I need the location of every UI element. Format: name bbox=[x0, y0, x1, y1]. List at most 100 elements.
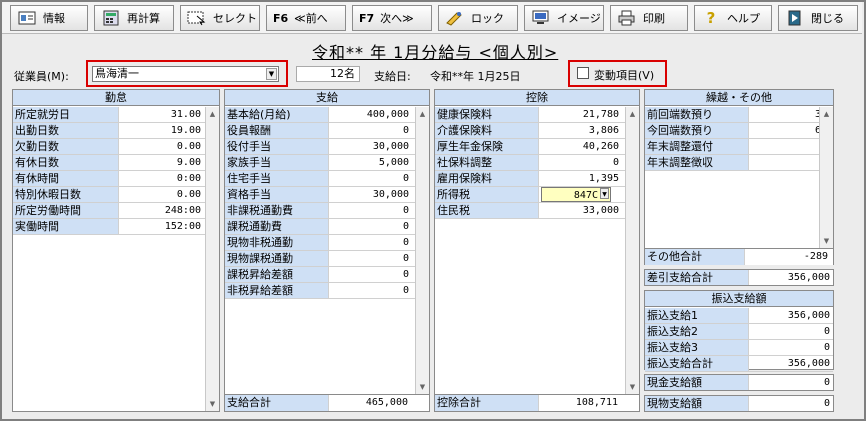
scroll-down-icon[interactable]: ▼ bbox=[626, 380, 639, 394]
shikyu-row[interactable]: 住宅手当 0 bbox=[225, 171, 415, 187]
shikyu-row[interactable]: 課税昇給差額 0 bbox=[225, 267, 415, 283]
kurikoshi-row[interactable]: 今回端数預り625 bbox=[645, 123, 833, 139]
select-button[interactable]: セレクト bbox=[180, 5, 260, 31]
shikyu-row-value[interactable]: 0 bbox=[330, 219, 412, 234]
shikyu-row-value[interactable]: 0 bbox=[330, 251, 412, 266]
kintai-row[interactable]: 特別休暇日数 0.00 bbox=[13, 187, 205, 203]
kintai-row-label: 実働時間 bbox=[13, 219, 119, 234]
shikyu-row[interactable]: 現物非税通勤 0 bbox=[225, 235, 415, 251]
shikyu-row-value[interactable]: 30,000 bbox=[330, 139, 412, 154]
shikyu-row-value[interactable]: 0 bbox=[330, 203, 412, 218]
shikyu-row-label: 役員報酬 bbox=[225, 123, 329, 138]
kintai-row[interactable]: 所定就労日 31.00 bbox=[13, 107, 205, 123]
shikyu-row-value[interactable]: 400,000 bbox=[330, 107, 412, 122]
net-pay-label: 差引支給合計 bbox=[645, 270, 749, 285]
kojo-row-value[interactable]: 3,806 bbox=[540, 123, 622, 138]
shikyu-row-value[interactable]: 0 bbox=[330, 283, 412, 298]
shikyu-row-value[interactable]: 30,000 bbox=[330, 187, 412, 202]
kojo-row-value[interactable]: 40,260 bbox=[540, 139, 622, 154]
print-button[interactable]: 印刷 bbox=[610, 5, 688, 31]
shikyu-row[interactable]: 課税通勤費 0 bbox=[225, 219, 415, 235]
scroll-up-icon[interactable]: ▲ bbox=[416, 107, 429, 121]
kojo-row[interactable]: 雇用保険料 1,395 bbox=[435, 171, 625, 187]
kurikoshi-row[interactable]: 年末調整還付0 bbox=[645, 139, 833, 155]
kojo-row[interactable]: 住民税 33,000 bbox=[435, 203, 625, 219]
shikyu-row-value[interactable]: 0 bbox=[330, 267, 412, 282]
chevron-down-icon[interactable]: ▼ bbox=[266, 68, 277, 80]
shikyu-row[interactable]: 資格手当 30,000 bbox=[225, 187, 415, 203]
kintai-row[interactable]: 所定労働時間 248:00 bbox=[13, 203, 205, 219]
kojo-row[interactable]: 介護保険料 3,806 bbox=[435, 123, 625, 139]
furikomi-row[interactable]: 振込支給2 0 bbox=[645, 324, 833, 340]
shikyu-row[interactable]: 非税昇給差額 0 bbox=[225, 283, 415, 299]
kintai-row[interactable]: 有休日数 9.00 bbox=[13, 155, 205, 171]
prev-button[interactable]: F6 ≪前へ bbox=[266, 5, 346, 31]
other-total-row: その他合計 -289 bbox=[645, 248, 833, 265]
kintai-row[interactable]: 出勤日数 19.00 bbox=[13, 123, 205, 139]
other-total-value: -289 bbox=[803, 251, 828, 262]
shikyu-row-label: 役付手当 bbox=[225, 139, 329, 154]
next-button[interactable]: F7 次へ≫ bbox=[352, 5, 432, 31]
variable-label[interactable]: 変動項目(V) bbox=[594, 67, 654, 83]
scroll-down-icon[interactable]: ▼ bbox=[416, 380, 429, 394]
kintai-row-value[interactable]: 152:00 bbox=[120, 219, 204, 234]
scroll-up-icon[interactable]: ▲ bbox=[206, 107, 219, 121]
payday-label: 支給日: bbox=[374, 70, 411, 83]
kintai-scrollbar[interactable]: ▲ ▼ bbox=[205, 107, 219, 411]
info-button[interactable]: 情報 bbox=[10, 5, 88, 31]
recalc-button[interactable]: 再計算 bbox=[94, 5, 174, 31]
kintai-row-value[interactable]: 0.00 bbox=[120, 139, 204, 154]
kintai-row[interactable]: 有休時間 0:00 bbox=[13, 171, 205, 187]
shikyu-row[interactable]: 非課税通勤費 0 bbox=[225, 203, 415, 219]
shikyu-row[interactable]: 役付手当 30,000 bbox=[225, 139, 415, 155]
close-button[interactable]: 閉じる bbox=[778, 5, 858, 31]
scroll-down-icon[interactable]: ▼ bbox=[820, 234, 833, 248]
kurikoshi-scrollbar[interactable]: ▲ ▼ bbox=[819, 107, 833, 248]
kurikoshi-row[interactable]: 年末調整徴収0 bbox=[645, 155, 833, 171]
kintai-row-value[interactable]: 0:00 bbox=[120, 171, 204, 186]
variable-checkbox[interactable] bbox=[577, 67, 589, 79]
kojo-row-value[interactable]: 33,000 bbox=[540, 203, 622, 218]
furikomi-row-value[interactable]: 0 bbox=[750, 340, 833, 355]
kojo-row-value[interactable]: 1,395 bbox=[540, 171, 622, 186]
kojo-row[interactable]: 健康保険料 21,780 bbox=[435, 107, 625, 123]
kintai-row-value[interactable]: 0.00 bbox=[120, 187, 204, 202]
furikomi-row-value[interactable]: 0 bbox=[750, 324, 833, 339]
shikyu-row[interactable]: 家族手当 5,000 bbox=[225, 155, 415, 171]
kintai-row[interactable]: 実働時間 152:00 bbox=[13, 219, 205, 235]
scroll-down-icon[interactable]: ▼ bbox=[206, 397, 219, 411]
kojo-scrollbar[interactable]: ▲ ▼ bbox=[625, 107, 639, 394]
shikyu-row[interactable]: 基本給(月給) 400,000 bbox=[225, 107, 415, 123]
kojo-row[interactable]: 所得税 847C ▼ bbox=[435, 187, 625, 203]
shikyu-row-value[interactable]: 0 bbox=[330, 171, 412, 186]
kintai-row[interactable]: 欠勤日数 0.00 bbox=[13, 139, 205, 155]
furikomi-row[interactable]: 振込支給合計 356,000 bbox=[645, 356, 833, 372]
kintai-row-value[interactable]: 19.00 bbox=[120, 123, 204, 138]
chevron-down-icon[interactable]: ▼ bbox=[600, 188, 609, 199]
employee-select[interactable]: 鳥海清一 ▼ bbox=[92, 66, 279, 82]
kojo-row[interactable]: 厚生年金保険 40,260 bbox=[435, 139, 625, 155]
shikyu-row[interactable]: 現物課税通勤 0 bbox=[225, 251, 415, 267]
furikomi-row[interactable]: 振込支給1 356,000 bbox=[645, 308, 833, 324]
shikyu-row-value[interactable]: 5,000 bbox=[330, 155, 412, 170]
shikyu-scrollbar[interactable]: ▲ ▼ bbox=[415, 107, 429, 394]
image-button[interactable]: イメージ bbox=[524, 5, 604, 31]
kintai-row-value[interactable]: 9.00 bbox=[120, 155, 204, 170]
shikyu-row[interactable]: 役員報酬 0 bbox=[225, 123, 415, 139]
kojo-row-value[interactable]: 21,780 bbox=[540, 107, 622, 122]
furikomi-row-value[interactable]: 356,000 bbox=[750, 356, 833, 371]
kojo-row-value[interactable]: 0 bbox=[540, 155, 622, 170]
kintai-row-value[interactable]: 31.00 bbox=[120, 107, 204, 122]
lock-button[interactable]: ロック bbox=[438, 5, 518, 31]
help-button[interactable]: ? ヘルプ bbox=[694, 5, 772, 31]
shikyu-row-value[interactable]: 0 bbox=[330, 235, 412, 250]
kojo-row[interactable]: 社保料調整 0 bbox=[435, 155, 625, 171]
furikomi-row[interactable]: 振込支給3 0 bbox=[645, 340, 833, 356]
scroll-up-icon[interactable]: ▲ bbox=[820, 107, 833, 121]
scroll-up-icon[interactable]: ▲ bbox=[626, 107, 639, 121]
furikomi-row-value[interactable]: 356,000 bbox=[750, 308, 833, 323]
kojo-total-value: 108,711 bbox=[575, 397, 618, 408]
kintai-row-value[interactable]: 248:00 bbox=[120, 203, 204, 218]
shikyu-row-value[interactable]: 0 bbox=[330, 123, 412, 138]
kurikoshi-row[interactable]: 前回端数預り336 bbox=[645, 107, 833, 123]
